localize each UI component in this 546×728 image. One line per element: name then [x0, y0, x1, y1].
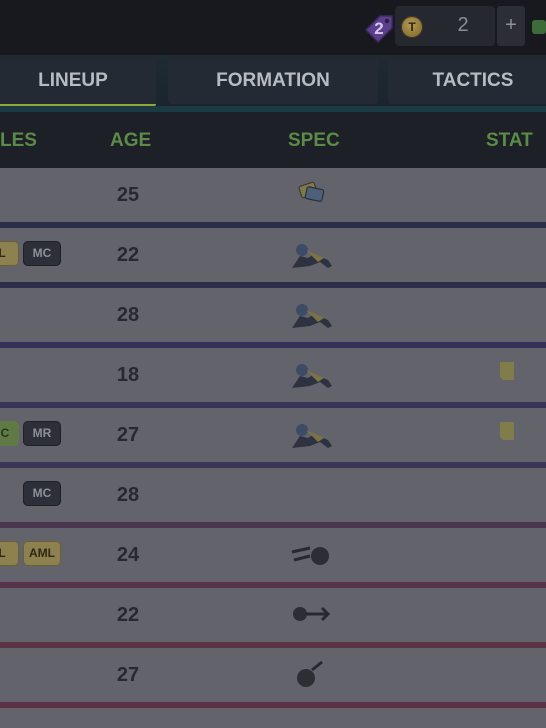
table-row[interactable]: 28 MC — [0, 468, 546, 522]
tab-tactics[interactable]: TACTICS — [388, 58, 546, 104]
player-kick-icon — [292, 244, 332, 268]
coin-count: 2 — [457, 14, 469, 36]
ball-pass-icon — [293, 606, 331, 622]
role-badge: MC — [23, 241, 61, 266]
header-spec[interactable]: SPEC — [288, 130, 340, 152]
table-row[interactable]: 24 AMLML — [0, 528, 546, 582]
table-row[interactable]: 22 MCML — [0, 228, 546, 282]
player-age: 18 — [116, 364, 140, 386]
green-currency-icon[interactable] — [532, 20, 546, 34]
table-row[interactable]: 27 — [0, 648, 546, 702]
role-badge: AML — [23, 541, 61, 566]
tab-formation[interactable]: FORMATION — [168, 58, 378, 104]
plus-icon[interactable]: + — [497, 14, 525, 37]
role-badge: ML — [0, 241, 19, 266]
header-age[interactable]: AGE — [110, 130, 151, 152]
player-age: 24 — [116, 544, 140, 566]
table-row[interactable] — [0, 708, 546, 728]
table-row[interactable]: 25 — [0, 168, 546, 222]
table-row[interactable]: 22 — [0, 588, 546, 642]
table-row[interactable]: 18 — [0, 348, 546, 402]
ball-dribble-icon — [291, 546, 329, 565]
note-icon — [500, 362, 514, 380]
player-age: 22 — [116, 604, 140, 626]
player-kick-icon — [292, 424, 332, 448]
table-header — [0, 112, 546, 168]
table-row[interactable]: 27 MRMC — [0, 408, 546, 462]
player-age: 22 — [116, 244, 140, 266]
player-age: 28 — [116, 304, 140, 326]
player-kick-icon — [292, 304, 332, 328]
table-row[interactable]: 28 — [0, 288, 546, 342]
note-icon — [500, 422, 514, 440]
coin-letter: T — [408, 20, 416, 34]
player-age: 28 — [116, 484, 140, 506]
role-badge: MC — [0, 421, 19, 446]
bomb-shot-icon — [297, 660, 323, 687]
tag-count: 2 — [374, 19, 384, 38]
role-badge: ML — [0, 541, 19, 566]
player-kick-icon — [292, 364, 332, 388]
role-badge: MR — [23, 421, 61, 446]
header-roles[interactable]: LES — [0, 130, 37, 152]
cards-icon — [298, 181, 325, 202]
player-age: 27 — [116, 424, 140, 446]
header-stat[interactable]: STAT — [486, 130, 533, 152]
player-age: 25 — [116, 184, 140, 206]
tab-lineup[interactable]: LINEUP — [0, 58, 156, 107]
role-badge: MC — [23, 481, 61, 506]
player-age: 27 — [116, 664, 140, 686]
